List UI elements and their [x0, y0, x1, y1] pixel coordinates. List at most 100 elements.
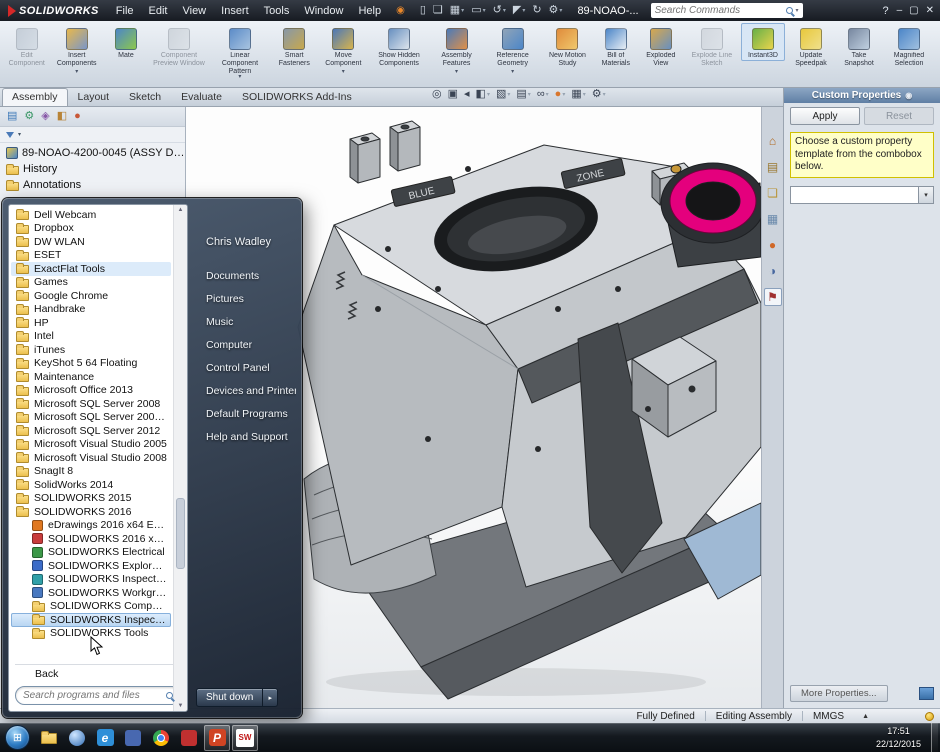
configurationmanager-tab-icon[interactable]: ◈ — [41, 111, 49, 122]
ribbon-button[interactable]: Show Hidden Components ▾ — [369, 23, 429, 69]
units-caret-icon[interactable]: ▲ — [854, 713, 877, 720]
program-item[interactable]: Microsoft SQL Server 2008 R2 — [11, 411, 171, 425]
program-list-scrollbar[interactable]: ▲ ▼ — [173, 205, 187, 711]
zoom-fit-icon[interactable]: ◎ ▾ — [432, 89, 442, 100]
scrollbar-thumb[interactable] — [176, 498, 185, 569]
ribbon-button[interactable]: Take Snapshot ▾ — [837, 23, 881, 69]
edit-appearance-icon[interactable]: ● ▾ — [555, 89, 566, 100]
program-item[interactable]: Microsoft SQL Server 2008 — [11, 397, 171, 411]
start-menu-place[interactable]: Music — [194, 310, 296, 333]
dropdown-arrow-icon[interactable]: ▾ — [511, 69, 514, 75]
print-icon[interactable]: ▭ ▾ — [468, 4, 488, 17]
undo-icon[interactable]: ↺ ▾ — [490, 4, 509, 17]
start-menu-place[interactable]: Devices and Printers — [194, 379, 296, 402]
previous-view-icon[interactable]: ◂ ▾ — [464, 89, 470, 100]
taskbar-clock[interactable]: 17:51 22/12/2015 — [866, 725, 931, 749]
ribbon-button[interactable]: Bill of Materials ▾ — [594, 23, 638, 69]
open-icon[interactable]: ❏ ▾ — [430, 4, 446, 17]
home-icon[interactable]: ⌂ — [764, 132, 782, 150]
minimize-button[interactable]: – — [897, 6, 903, 16]
menu-item[interactable]: Edit — [142, 3, 175, 19]
scroll-up-icon[interactable]: ▲ — [174, 207, 187, 213]
view-settings-icon[interactable]: ⚙ ▾ — [592, 89, 606, 100]
menu-item[interactable]: File — [109, 3, 141, 19]
program-item[interactable]: Microsoft Office 2013 — [11, 384, 171, 398]
program-item[interactable]: Dropbox — [11, 222, 171, 236]
selection-arrow-icon[interactable]: ◤ ▾ — [510, 4, 528, 17]
resource-monitor-icon[interactable] — [925, 712, 934, 721]
apply-scene-icon[interactable]: ▦ ▾ — [571, 89, 585, 100]
media-player-icon[interactable] — [64, 725, 90, 751]
start-menu-place[interactable]: Help and Support — [194, 425, 296, 448]
ribbon-button[interactable]: Move Component ▾ — [319, 23, 368, 76]
help-icon[interactable]: ? — [882, 5, 888, 17]
model-filter-ring[interactable] — [661, 163, 761, 267]
ribbon-button[interactable]: Smart Fasteners ▾ — [271, 23, 318, 69]
program-item[interactable]: SOLIDWORKS 2016 x64 Edition — [11, 532, 171, 546]
program-item[interactable]: HP — [11, 316, 171, 330]
program-item[interactable]: Games — [11, 276, 171, 290]
start-menu-place[interactable]: Documents — [194, 264, 296, 287]
more-properties-button[interactable]: More Properties... — [790, 685, 888, 702]
program-item[interactable]: SOLIDWORKS Inspection 2016 x64 Ed — [11, 573, 171, 587]
menu-item[interactable]: Tools — [257, 3, 297, 19]
file-explorer-icon[interactable]: ❏ — [764, 184, 782, 202]
dropdown-arrow-icon[interactable]: ▾ — [546, 92, 549, 98]
propertymanager-tab-icon[interactable]: ⚙ — [24, 111, 34, 122]
scenes-icon[interactable]: ◑ — [764, 262, 782, 280]
app-red-icon[interactable] — [176, 725, 202, 751]
pin-icon[interactable]: ◉ — [905, 91, 912, 100]
tree-item[interactable]: 89-NOAO-4200-0045 (ASSY DRAWING<Di — [0, 145, 185, 161]
start-button[interactable]: ⊞ — [5, 725, 30, 750]
units-selector[interactable]: MMGS — [803, 711, 854, 722]
app-window-icon[interactable] — [120, 725, 146, 751]
appearances-icon[interactable]: ● — [764, 236, 782, 254]
program-item[interactable]: Microsoft Visual Studio 2005 — [11, 438, 171, 452]
start-menu-place[interactable]: Default Programs — [194, 402, 296, 425]
chrome-icon[interactable] — [148, 725, 174, 751]
program-item[interactable]: ESET — [11, 249, 171, 263]
dropdown-arrow-icon[interactable]: ▾ — [342, 69, 345, 75]
dropdown-arrow-icon[interactable]: ▾ — [528, 92, 531, 98]
ribbon-button[interactable]: Assembly Features ▾ — [430, 23, 483, 76]
program-item[interactable]: SOLIDWORKS 2016 — [11, 505, 171, 519]
ribbon-button[interactable]: Instant3D ▾ — [741, 23, 785, 61]
hide-show-items-icon[interactable]: ∞ ▾ — [537, 89, 549, 100]
program-item[interactable]: SOLIDWORKS Explorer 2016 — [11, 559, 171, 573]
ribbon-button[interactable]: Edit Component ▾ — [4, 23, 49, 69]
program-item[interactable]: Handbrake — [11, 303, 171, 317]
commandmanager-tab[interactable]: Layout — [68, 88, 120, 106]
dropdown-arrow-icon[interactable]: ▾ — [583, 92, 586, 98]
apply-button[interactable]: Apply — [790, 107, 860, 125]
featuremanager-tab-icon[interactable]: ▤ — [7, 111, 17, 122]
program-item[interactable]: Dell Webcam — [11, 208, 171, 222]
program-item[interactable]: ExactFlat Tools — [11, 262, 171, 276]
program-item[interactable]: Google Chrome — [11, 289, 171, 303]
program-item[interactable]: SOLIDWORKS 2015 — [11, 492, 171, 506]
start-search-input[interactable] — [23, 690, 162, 701]
program-item[interactable]: SOLIDWORKS Electrical — [11, 546, 171, 560]
close-button[interactable]: ✕ — [926, 6, 934, 16]
program-item[interactable]: SOLIDWORKS Composer 2016 — [11, 600, 171, 614]
reset-button[interactable]: Reset — [864, 107, 934, 125]
program-item[interactable]: iTunes — [11, 343, 171, 357]
maximize-button[interactable]: ▢ — [909, 6, 918, 16]
properties-grid-icon[interactable] — [919, 687, 934, 700]
view-palette-icon[interactable]: ▦ — [764, 210, 782, 228]
menu-item[interactable]: Window — [297, 3, 350, 19]
scroll-down-icon[interactable]: ▼ — [174, 703, 187, 709]
rebuild-icon[interactable]: ↻ ▾ — [529, 4, 544, 17]
new-document-icon[interactable]: ▯ ▾ — [417, 4, 429, 17]
filter-funnel-icon[interactable] — [6, 132, 14, 138]
menu-item[interactable]: View — [175, 3, 213, 19]
show-desktop-button[interactable] — [931, 723, 938, 752]
ribbon-button[interactable]: Update Speedpak ▾ — [786, 23, 836, 69]
commandmanager-tab[interactable]: Sketch — [119, 88, 171, 106]
program-item[interactable]: Maintenance — [11, 370, 171, 384]
program-item[interactable]: SOLIDWORKS Inspection Tools — [11, 613, 171, 627]
menu-item[interactable]: Help — [351, 3, 388, 19]
program-item[interactable]: SOLIDWORKS Tools — [11, 627, 171, 641]
program-item[interactable]: SOLIDWORKS Workgroup PDM Vaul — [11, 586, 171, 600]
custom-properties-icon[interactable]: ⚑ — [764, 288, 782, 306]
ribbon-button[interactable]: Explode Line Sketch ▾ — [684, 23, 740, 69]
